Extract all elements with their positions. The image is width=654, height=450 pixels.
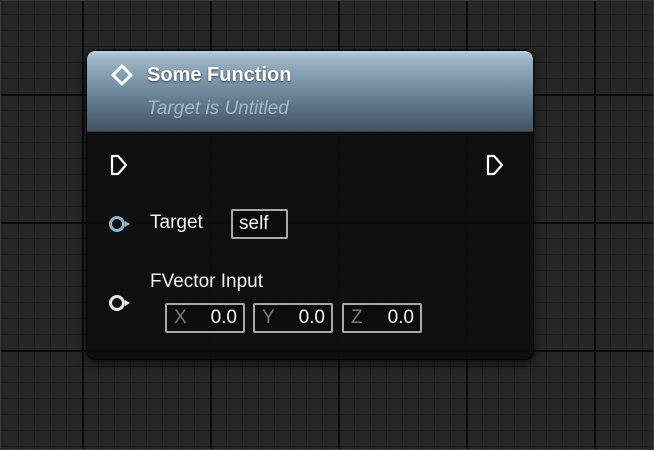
node-subtitle: Target is Untitled — [147, 98, 289, 119]
z-value: 0.0 — [387, 307, 414, 328]
function-node[interactable]: Some Function Target is Untitled Target … — [86, 50, 534, 360]
target-pin-label: Target — [150, 212, 203, 233]
node-title: Some Function — [147, 64, 292, 86]
x-axis-label: X — [174, 307, 187, 328]
vector-pin-label: FVector Input — [150, 271, 264, 292]
z-axis-label: Z — [351, 307, 363, 328]
y-value: 0.0 — [298, 307, 325, 328]
exec-out-pin-icon[interactable] — [485, 154, 505, 176]
function-icon — [111, 64, 133, 86]
target-pin-icon[interactable] — [108, 215, 132, 233]
exec-in-pin-icon[interactable] — [109, 154, 129, 176]
target-value-field[interactable]: self — [231, 209, 288, 239]
y-axis-label: Y — [262, 307, 275, 328]
vector-pin-icon[interactable] — [108, 294, 132, 312]
vector-x-field[interactable]: X 0.0 — [165, 303, 245, 333]
vector-y-field[interactable]: Y 0.0 — [253, 303, 333, 333]
x-value: 0.0 — [210, 307, 237, 328]
vector-z-field[interactable]: Z 0.0 — [342, 303, 422, 333]
node-header[interactable]: Some Function Target is Untitled — [87, 51, 533, 132]
